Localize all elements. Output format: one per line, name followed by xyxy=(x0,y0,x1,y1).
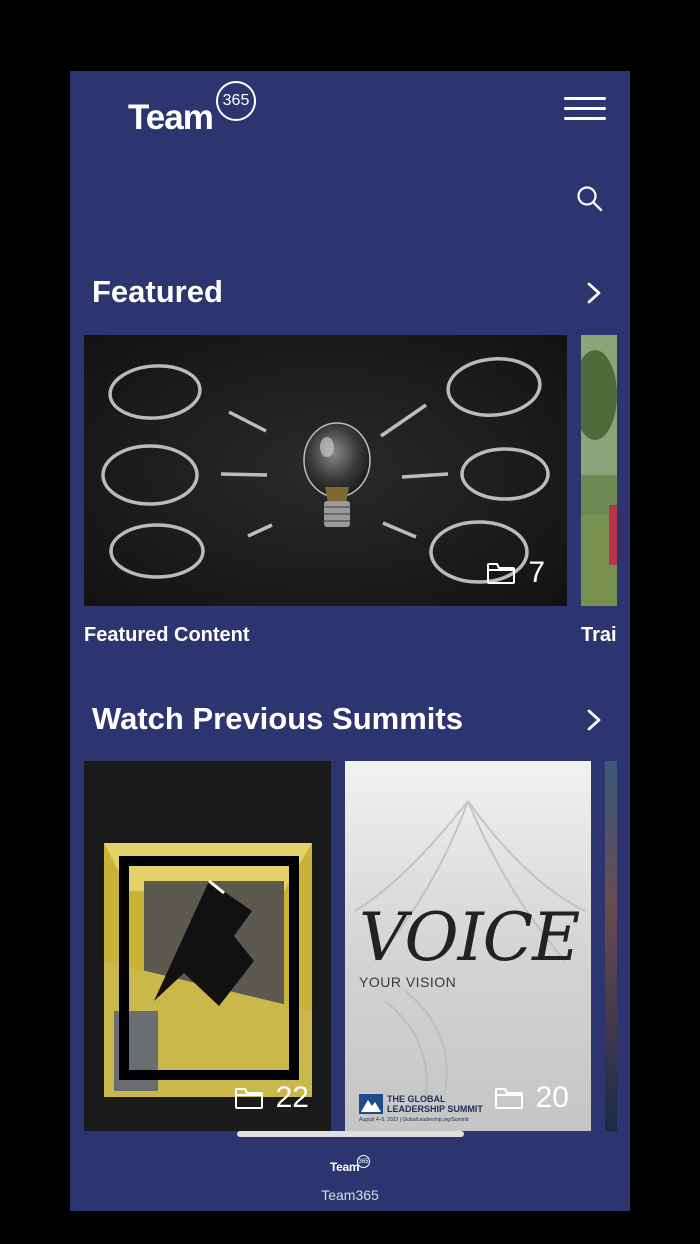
poster-subhead: YOUR VISION xyxy=(359,974,457,990)
poster-org-name: THE GLOBAL LEADERSHIP SUMMIT xyxy=(387,1094,483,1114)
folder-icon xyxy=(494,1088,523,1109)
night-sky-image xyxy=(605,761,617,1131)
scroll-indicator[interactable] xyxy=(237,1131,464,1137)
person-in-park-image xyxy=(581,335,617,606)
footer-logo-wordmark: Team xyxy=(330,1160,360,1174)
poster-org-line1: THE GLOBAL xyxy=(387,1094,446,1104)
footer-logo-badge: 365 xyxy=(357,1155,370,1168)
training-card[interactable] xyxy=(581,335,617,606)
item-count: 20 xyxy=(494,1081,569,1115)
search-icon[interactable] xyxy=(576,185,604,213)
abstract-subway-poster-image xyxy=(84,761,331,1131)
summit-card-1[interactable]: 22 xyxy=(84,761,331,1131)
chevron-right-icon[interactable] xyxy=(584,708,604,732)
poster-fine-print: August 4–5, 2022 | GlobalLeadership.org/… xyxy=(359,1117,469,1123)
card-label: Trai xyxy=(581,624,617,646)
summit-card-2[interactable]: VOICE YOUR VISION THE GLOBAL LEADERSHIP … xyxy=(345,761,591,1131)
gls-mountain-icon xyxy=(359,1094,383,1114)
item-count-value: 20 xyxy=(535,1081,569,1114)
item-count: 7 xyxy=(486,556,545,590)
folder-icon xyxy=(487,563,516,584)
folder-icon xyxy=(234,1088,263,1109)
featured-content-card[interactable]: 7 xyxy=(84,335,567,606)
item-count: 22 xyxy=(234,1081,309,1115)
footer-logo: Team 365 xyxy=(329,1155,373,1177)
team365-logo[interactable]: Team 365 xyxy=(128,81,263,137)
poster-headline: VOICE xyxy=(359,899,580,976)
hamburger-menu-icon[interactable] xyxy=(564,97,606,121)
logo-badge: 365 xyxy=(216,81,256,121)
item-count-value: 7 xyxy=(528,556,545,589)
summit-card-3[interactable] xyxy=(605,761,617,1131)
poster-org-line2: LEADERSHIP SUMMIT xyxy=(387,1104,483,1114)
item-count-value: 22 xyxy=(275,1081,309,1114)
app-screen: Team 365 Featured 7 Featured Content Tra… xyxy=(70,71,630,1211)
chevron-right-icon[interactable] xyxy=(584,281,604,305)
section-title-summits: Watch Previous Summits xyxy=(92,701,463,736)
section-title-featured: Featured xyxy=(92,274,223,309)
footer-label: Team365 xyxy=(321,1187,379,1203)
card-label: Featured Content xyxy=(84,624,250,646)
logo-wordmark: Team xyxy=(128,98,214,137)
